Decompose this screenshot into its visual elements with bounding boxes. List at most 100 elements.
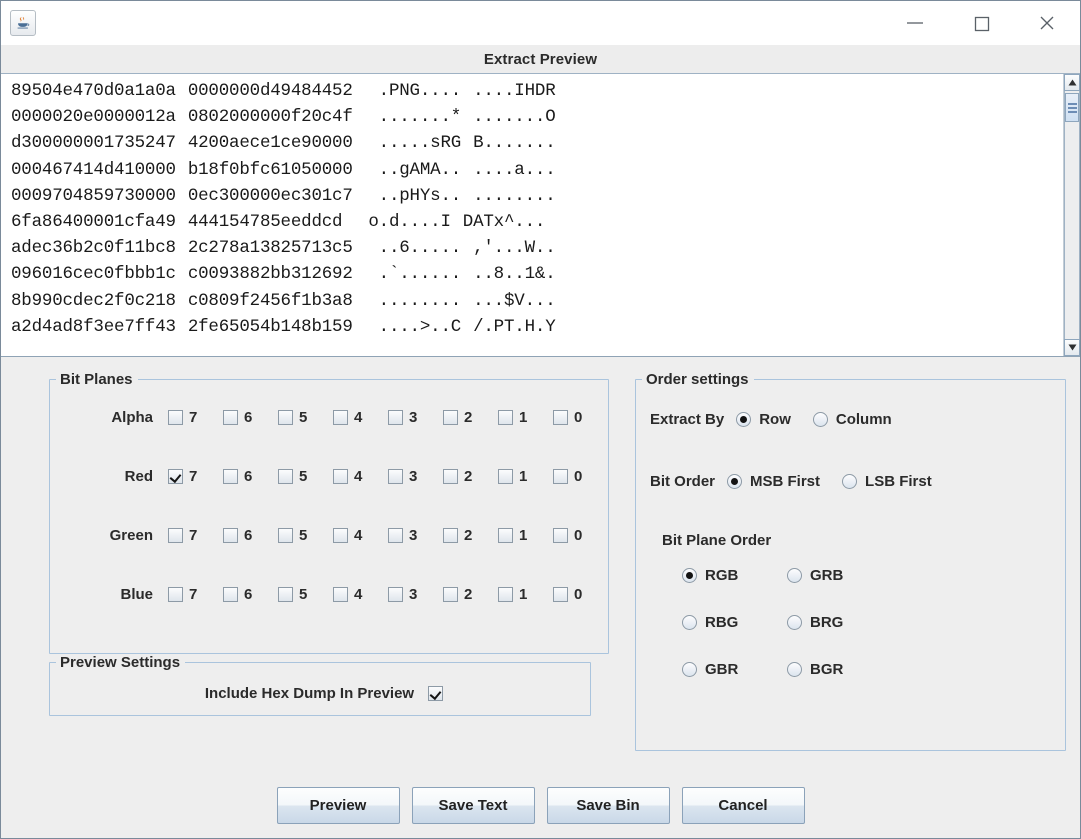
minimize-button[interactable] xyxy=(882,1,948,45)
bit-plane-order-option-rgb[interactable]: RGB xyxy=(682,567,787,584)
bit-plane-order-option-brg[interactable]: BRG xyxy=(787,614,892,631)
radio-label: GBR xyxy=(705,661,739,678)
bit-cell: 4 xyxy=(333,586,388,603)
save-bin-button[interactable]: Save Bin xyxy=(546,786,670,824)
bit-number-label: 1 xyxy=(519,409,528,426)
radio-button[interactable] xyxy=(682,615,697,630)
scrollbar-track[interactable] xyxy=(1064,91,1080,339)
hex-dump-text[interactable]: 89504e470d0a1a0a 0000000d49484452 .PNG....… xyxy=(1,74,1063,356)
bit-order-option-msb-first[interactable]: MSB First xyxy=(727,473,820,490)
channel-label: Blue xyxy=(120,586,153,603)
bit-plane-row-alpha: Alpha 7 6 5 4 3 2 1 0 xyxy=(50,388,608,447)
bit-plane-order-label: Bit Plane Order xyxy=(662,532,772,549)
radio-label: MSB First xyxy=(750,472,821,490)
checkbox-alpha-bit-2[interactable] xyxy=(443,410,458,425)
checkbox-green-bit-5[interactable] xyxy=(278,528,293,543)
checkbox-red-bit-6[interactable] xyxy=(223,469,238,484)
preview-button[interactable]: Preview xyxy=(276,786,400,824)
hex-right: c0809f2456f1b3a8 xyxy=(187,290,353,311)
order-settings-legend: Order settings xyxy=(646,371,749,388)
hex-right: 2fe65054b148b159 xyxy=(187,316,353,337)
radio-button[interactable] xyxy=(787,615,802,630)
bit-cell: 7 xyxy=(168,586,223,603)
bit-cell: 6 xyxy=(223,468,278,485)
radio-button[interactable] xyxy=(682,568,697,583)
bit-number-label: 4 xyxy=(354,409,363,426)
checkbox-red-bit-0[interactable] xyxy=(553,469,568,484)
bit-plane-order-option-gbr[interactable]: GBR xyxy=(682,661,787,678)
checkbox-blue-bit-0[interactable] xyxy=(553,587,568,602)
settings-body: Bit Planes Alpha 7 6 5 4 3 2 1 0 Red 7 6 5 4 3 2 1 0 Green… xyxy=(1,357,1080,776)
checkbox-alpha-bit-4[interactable] xyxy=(333,410,348,425)
hex-left: 8b990cdec2f0c218 xyxy=(11,290,176,311)
checkbox-red-bit-4[interactable] xyxy=(333,469,348,484)
checkbox-alpha-bit-1[interactable] xyxy=(498,410,513,425)
bit-cell: 7 xyxy=(168,409,223,426)
save-text-button[interactable]: Save Text xyxy=(411,786,535,824)
bit-plane-order-option-rbg[interactable]: RBG xyxy=(682,614,787,631)
bit-cell: 6 xyxy=(223,527,278,544)
include-hex-dump-checkbox[interactable] xyxy=(428,685,444,701)
checkbox-alpha-bit-5[interactable] xyxy=(278,410,293,425)
checkbox-red-bit-7[interactable] xyxy=(168,469,183,484)
checkbox-red-bit-1[interactable] xyxy=(498,469,513,484)
bit-cell: 5 xyxy=(278,586,333,603)
radio-button[interactable] xyxy=(842,473,858,489)
checkbox-green-bit-4[interactable] xyxy=(333,528,348,543)
checkbox-green-bit-2[interactable] xyxy=(443,528,458,543)
java-coffee-cup-icon xyxy=(10,10,36,36)
checkbox-blue-bit-1[interactable] xyxy=(498,587,513,602)
maximize-button[interactable] xyxy=(948,1,1014,45)
bit-number-label: 3 xyxy=(409,527,418,544)
checkbox-green-bit-3[interactable] xyxy=(388,528,403,543)
checkbox-blue-bit-3[interactable] xyxy=(388,587,403,602)
extract-by-label: Extract By xyxy=(650,410,725,428)
checkbox-red-bit-2[interactable] xyxy=(443,469,458,484)
checkbox-blue-bit-6[interactable] xyxy=(223,587,238,602)
radio-button[interactable] xyxy=(727,473,743,489)
cancel-button[interactable]: Cancel xyxy=(681,786,805,824)
hex-dump-line: 89504e470d0a1a0a 0000000d49484452 .PNG....… xyxy=(11,78,1063,104)
bit-number-label: 4 xyxy=(354,586,363,603)
bit-number-label: 2 xyxy=(464,468,473,485)
extract-by-option-row[interactable]: Row xyxy=(736,411,791,428)
bit-number-label: 0 xyxy=(574,468,583,485)
radio-button[interactable] xyxy=(682,662,697,677)
checkbox-red-bit-5[interactable] xyxy=(278,469,293,484)
radio-button[interactable] xyxy=(812,411,828,427)
preview-settings-legend: Preview Settings xyxy=(60,654,181,671)
checkbox-green-bit-1[interactable] xyxy=(498,528,513,543)
bit-number-label: 2 xyxy=(464,527,473,544)
extract-by-option-column[interactable]: Column xyxy=(812,411,892,428)
ascii-left: ..pHYs.. xyxy=(378,185,462,206)
checkbox-green-bit-7[interactable] xyxy=(168,528,183,543)
bit-plane-order-option-bgr[interactable]: BGR xyxy=(787,661,892,678)
bit-number-label: 5 xyxy=(299,527,308,544)
checkbox-blue-bit-4[interactable] xyxy=(333,587,348,602)
bit-cell: 3 xyxy=(388,586,443,603)
checkbox-green-bit-6[interactable] xyxy=(223,528,238,543)
checkbox-alpha-bit-6[interactable] xyxy=(223,410,238,425)
bit-plane-order-option-grb[interactable]: GRB xyxy=(787,567,892,584)
bit-order-option-lsb-first[interactable]: LSB First xyxy=(842,473,932,490)
checkbox-alpha-bit-3[interactable] xyxy=(388,410,403,425)
radio-button[interactable] xyxy=(787,568,802,583)
checkbox-blue-bit-5[interactable] xyxy=(278,587,293,602)
checkbox-alpha-bit-7[interactable] xyxy=(168,410,183,425)
scroll-up-icon[interactable] xyxy=(1064,74,1080,91)
scrollbar-thumb[interactable] xyxy=(1065,93,1079,122)
checkbox-blue-bit-7[interactable] xyxy=(168,587,183,602)
scroll-down-icon[interactable] xyxy=(1064,339,1080,356)
bit-cell: 1 xyxy=(498,409,553,426)
checkbox-blue-bit-2[interactable] xyxy=(443,587,458,602)
extract-by-row: Extract By Row Column xyxy=(636,388,1065,450)
checkbox-green-bit-0[interactable] xyxy=(553,528,568,543)
radio-button[interactable] xyxy=(787,662,802,677)
close-button[interactable] xyxy=(1014,1,1080,45)
checkbox-alpha-bit-0[interactable] xyxy=(553,410,568,425)
hex-right: 0000000d49484452 xyxy=(187,81,353,101)
bit-number-label: 5 xyxy=(299,468,308,485)
checkbox-red-bit-3[interactable] xyxy=(388,469,403,484)
preview-scrollbar[interactable] xyxy=(1063,74,1080,356)
radio-button[interactable] xyxy=(736,411,752,427)
